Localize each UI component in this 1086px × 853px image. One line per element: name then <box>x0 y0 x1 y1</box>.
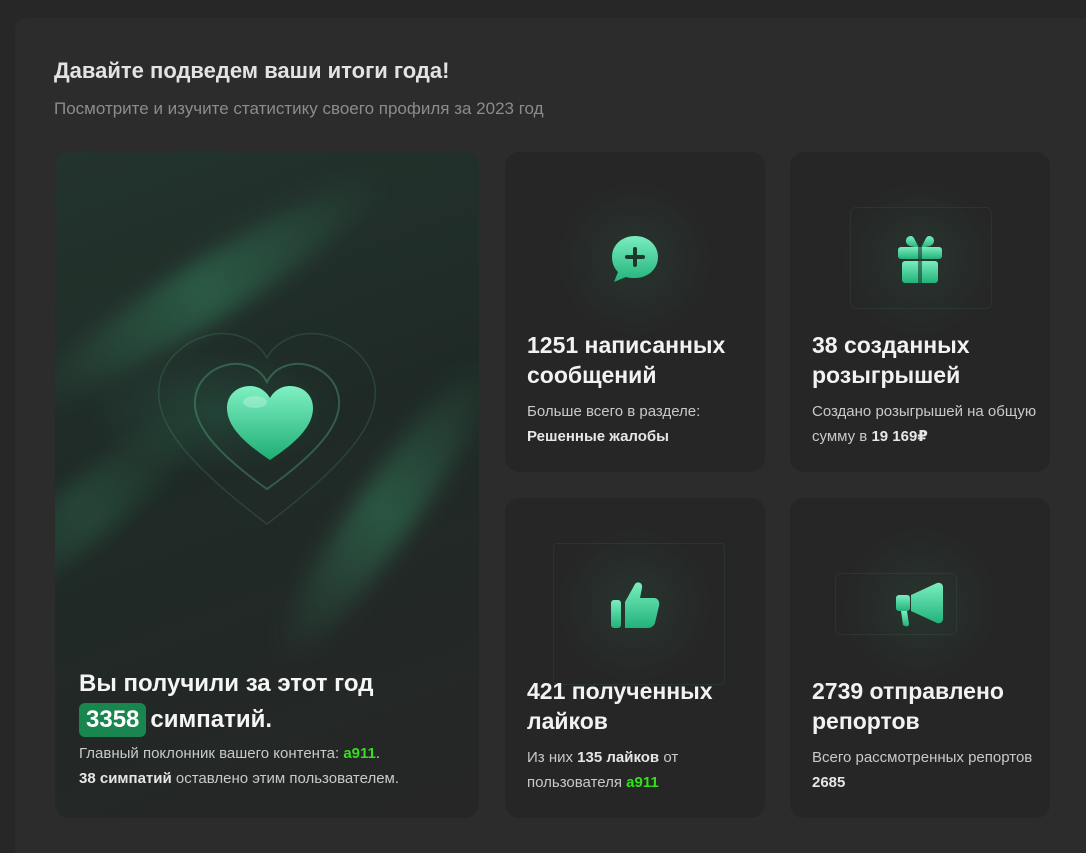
messages-title: 1251 написанных сообщений <box>527 332 726 388</box>
main-title-suffix: симпатий. <box>150 706 273 733</box>
main-card-description: Главный поклонник вашего контента: a911.… <box>79 741 469 791</box>
likes-summary-card: Вы получили за этот год 3358 симпатий. Гл… <box>55 152 479 818</box>
messages-top-section[interactable]: Решенные жалобы <box>527 428 669 445</box>
thumbs-up-icon <box>603 573 667 637</box>
top-fan-likes: 38 симпатий <box>79 770 172 787</box>
likes-card: 421 полученных лайков Из них 135 лайков … <box>505 498 765 818</box>
giveaways-total-sum: 19 169₽ <box>871 428 928 445</box>
likes-from-user-count: 135 лайков <box>577 749 660 766</box>
gift-icon <box>888 227 952 291</box>
main-desc-suffix: оставлено этим пользователем. <box>175 770 400 787</box>
reports-description: Всего рассмотренных репортов 2685 <box>812 745 1042 795</box>
giveaways-card: 38 созданных розыгрышей Создано розыгрыш… <box>790 152 1050 472</box>
likes-desc-prefix: Из них <box>527 749 573 766</box>
giveaways-description: Создано розыгрышей на общую сумму в 19 1… <box>812 399 1042 449</box>
likes-top-username[interactable]: a911 <box>626 774 659 791</box>
top-fan-username[interactable]: a911 <box>343 745 376 762</box>
reports-title: 2739 отправлено репортов <box>812 678 1004 734</box>
chat-plus-icon <box>603 227 667 291</box>
reports-card: 2739 отправлено репортов Всего рассмотре… <box>790 498 1050 818</box>
likes-count-badge: 3358 <box>79 703 147 737</box>
messages-description: Больше всего в разделе: Решенные жалобы <box>527 399 757 449</box>
main-title-prefix: Вы получили за этот год <box>79 670 374 697</box>
messages-card: 1251 написанных сообщений Больше всего в… <box>505 152 765 472</box>
page-subtitle: Посмотрите и изучите статистику своего п… <box>54 99 544 118</box>
main-desc-prefix: Главный поклонник вашего контента: <box>79 745 340 762</box>
likes-title: 421 полученных лайков <box>527 678 713 734</box>
main-card-title: Вы получили за этот год 3358 симпатий. <box>79 666 469 738</box>
giveaways-title: 38 созданных розыгрышей <box>812 332 970 388</box>
reports-reviewed-count: 2685 <box>812 774 846 791</box>
reports-desc-text: Всего рассмотренных репортов <box>812 749 1033 766</box>
page-title: Давайте подведем ваши итоги года! <box>54 58 450 83</box>
likes-description: Из них 135 лайков от пользователя a911 <box>527 745 757 795</box>
heart-icon <box>225 384 315 464</box>
main-desc-dot: . <box>375 745 381 762</box>
messages-desc-text: Больше всего в разделе: <box>527 403 701 420</box>
megaphone-icon <box>888 573 952 637</box>
